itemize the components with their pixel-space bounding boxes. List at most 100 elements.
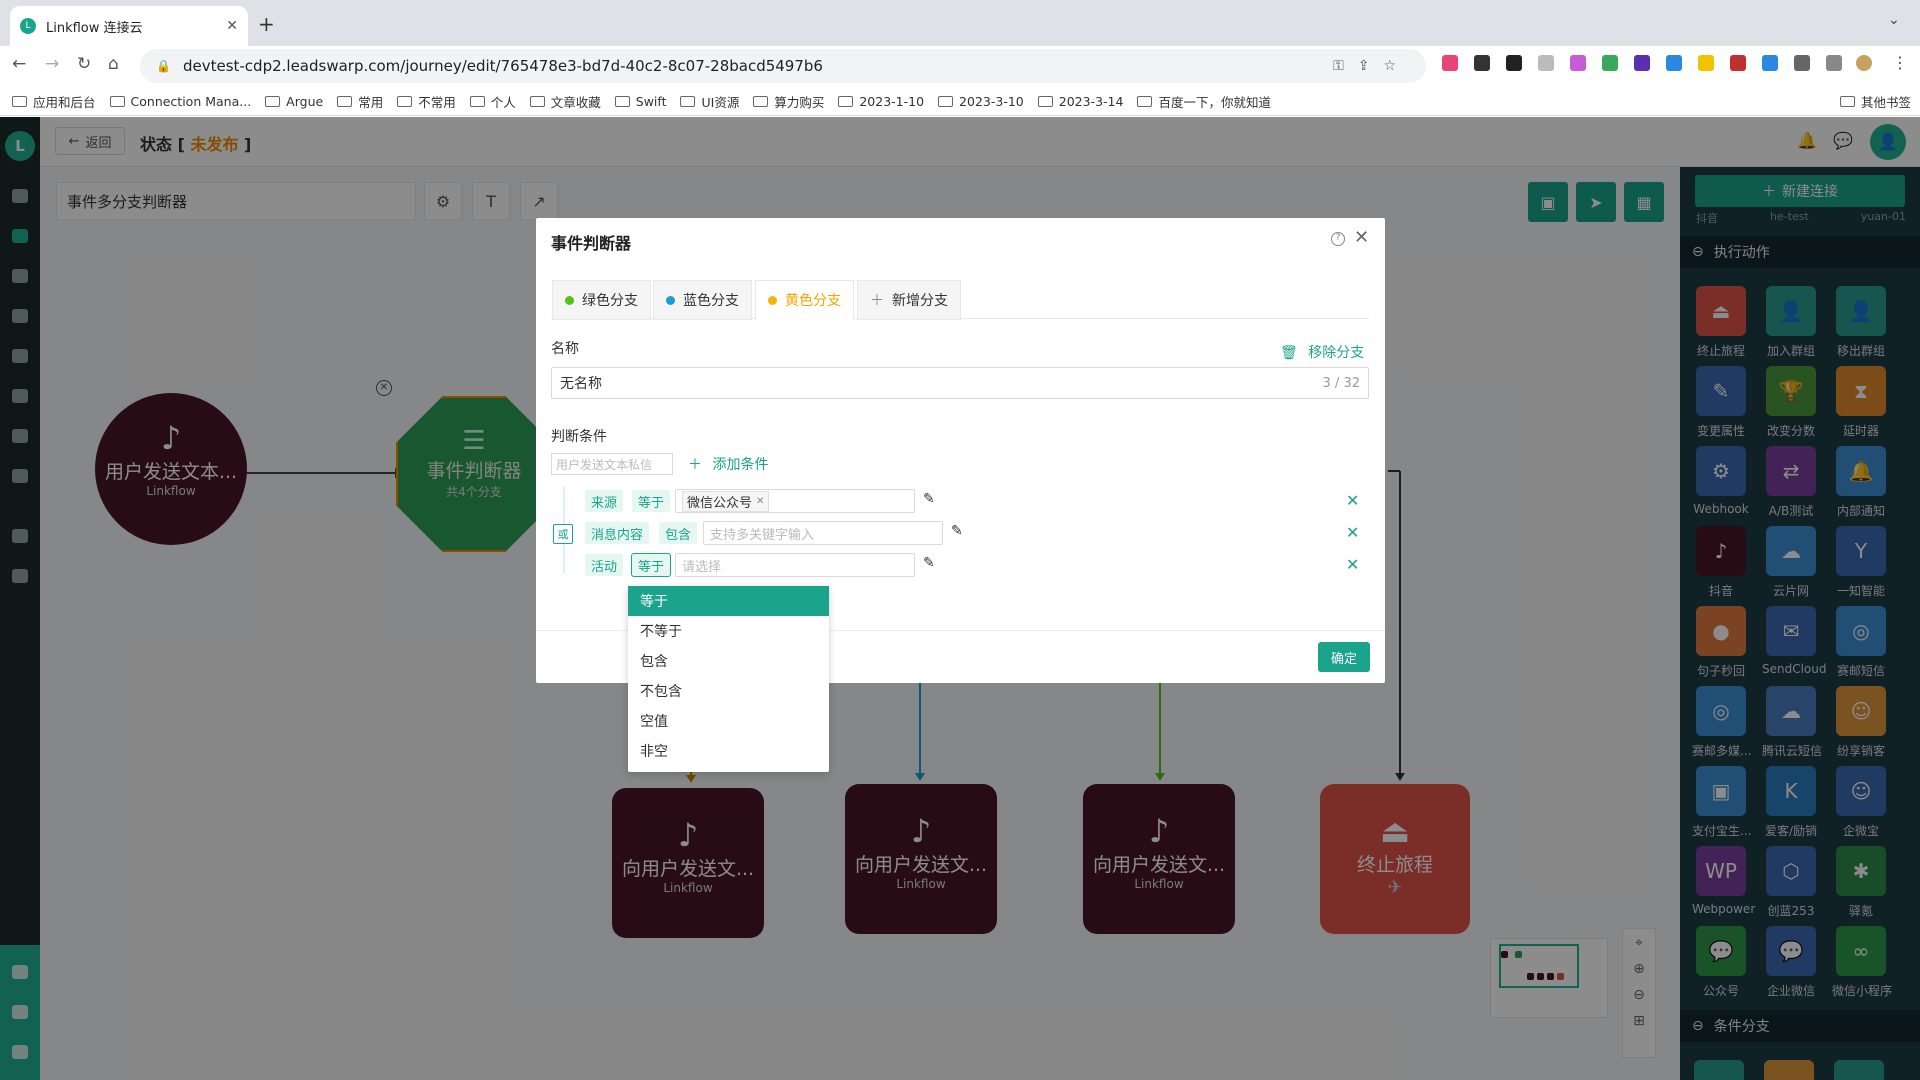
bookmark-label: 常用	[358, 95, 384, 110]
address-bar[interactable]: 🔒 devtest-cdp2.leadswarp.com/journey/edi…	[140, 49, 1426, 83]
bookmark-item[interactable]: 2023-1-10	[838, 92, 924, 111]
close-tab-icon[interactable]: ✕	[226, 18, 238, 34]
bookmark-item[interactable]: UI资源	[680, 92, 739, 111]
condition-value-input[interactable]: 微信公众号 ✕	[675, 489, 915, 513]
dropdown-option[interactable]: 不等于	[628, 616, 829, 646]
branch-name-input[interactable]: 无名称 3 / 32	[551, 367, 1369, 399]
delete-condition-icon[interactable]: ✕	[1346, 523, 1359, 542]
close-icon[interactable]: ✕	[1354, 227, 1369, 248]
dropdown-option[interactable]: 非空	[628, 736, 829, 766]
activity-select[interactable]: 请选择	[675, 553, 915, 577]
extension-icon[interactable]	[1602, 55, 1618, 71]
placeholder-text: 请选择	[682, 559, 722, 575]
bookmark-item[interactable]: Swift	[614, 92, 667, 111]
event-select[interactable]: 用户发送文本私信	[551, 453, 673, 475]
tab-search-chevron-icon[interactable]: ⌄	[1888, 12, 1900, 28]
bookmark-item[interactable]: 常用	[337, 92, 383, 111]
folder-icon	[12, 96, 27, 107]
name-label: 名称	[551, 341, 579, 357]
condition-field-tag[interactable]: 消息内容	[585, 522, 650, 544]
extension-icon[interactable]	[1698, 55, 1714, 71]
bookmark-item[interactable]: 2023-3-10	[938, 92, 1024, 111]
tab-label: 蓝色分支	[683, 293, 739, 309]
bookmark-item[interactable]: 不常用	[397, 92, 456, 111]
home-icon[interactable]: ⌂	[108, 54, 119, 74]
extension-icon[interactable]	[1762, 55, 1778, 71]
bookmark-label: 百度一下，你就知道	[1158, 95, 1271, 110]
folder-icon	[614, 96, 630, 107]
bookmark-list: 应用和后台 Connection Mana... Argue 常用 不常用 个人 文章收藏 S…	[12, 92, 1285, 111]
extension-icon[interactable]	[1570, 55, 1586, 71]
menu-dots-icon[interactable]: ⋮	[1892, 53, 1908, 72]
extension-icon[interactable]	[1538, 55, 1554, 71]
browser-tab[interactable]: L Linkflow 连接云 ✕	[10, 6, 248, 46]
extension-icon[interactable]	[1474, 55, 1490, 71]
confirm-label: 确定	[1330, 651, 1357, 667]
bookmark-item[interactable]: Argue	[265, 92, 323, 111]
help-icon[interactable]: ?	[1331, 232, 1345, 246]
forward-arrow-icon[interactable]: →	[45, 54, 59, 74]
bookmark-item[interactable]: 算力购买	[753, 92, 824, 111]
folder-icon	[529, 96, 545, 107]
condition-field-tag[interactable]: 来源	[585, 490, 624, 512]
new-tab-icon[interactable]: +	[258, 12, 275, 36]
bookmark-item[interactable]: 应用和后台	[12, 92, 96, 111]
profile-avatar-icon[interactable]	[1856, 55, 1872, 71]
condition-operator-tag[interactable]: 包含	[659, 522, 698, 544]
bookmark-item[interactable]: Connection Mana...	[109, 92, 251, 111]
keyword-input[interactable]: 支持多关键字输入	[703, 521, 943, 545]
tab-add-branch[interactable]: ＋ 新增分支	[857, 280, 961, 320]
condition-field-tag[interactable]: 活动	[585, 554, 624, 576]
blue-dot-icon	[666, 295, 675, 305]
edit-pencil-icon[interactable]: ✎	[923, 555, 935, 571]
puzzle-extensions-icon[interactable]	[1794, 55, 1810, 71]
bookmark-label: 2023-3-10	[959, 94, 1024, 109]
dropdown-option[interactable]: 包含	[628, 646, 829, 676]
extension-icon[interactable]	[1634, 55, 1650, 71]
add-condition-button[interactable]: ＋ 添加条件	[688, 454, 768, 474]
tab-blue-branch[interactable]: 蓝色分支	[653, 280, 752, 320]
or-toggle[interactable]: 或	[553, 524, 573, 544]
remove-branch-button[interactable]: 🗑 移除分支	[1280, 342, 1364, 362]
sidepanel-icon[interactable]	[1826, 55, 1842, 71]
extension-icon[interactable]	[1506, 55, 1522, 71]
extension-icon[interactable]	[1442, 55, 1458, 71]
bookmark-item[interactable]: 百度一下，你就知道	[1137, 92, 1271, 111]
delete-condition-icon[interactable]: ✕	[1346, 555, 1359, 574]
plus-icon: ＋	[688, 457, 702, 473]
edit-pencil-icon[interactable]: ✎	[923, 491, 935, 507]
field-label: 活动	[591, 559, 618, 575]
confirm-button[interactable]: 确定	[1318, 642, 1370, 672]
remove-tag-icon[interactable]: ✕	[756, 496, 764, 507]
bookmark-item[interactable]: 2023-3-14	[1037, 92, 1123, 111]
bookmark-label: 个人	[490, 95, 516, 110]
tab-yellow-branch[interactable]: 黄色分支	[755, 280, 854, 320]
other-bookmarks-label: 其他书签	[1861, 95, 1912, 110]
edit-pencil-icon[interactable]: ✎	[951, 523, 963, 539]
bookmark-label: UI资源	[701, 95, 740, 110]
bookmark-label: Swift	[635, 94, 667, 109]
value-tag: 微信公众号 ✕	[682, 490, 770, 512]
bookmark-item[interactable]: 文章收藏	[529, 92, 601, 111]
extension-icon[interactable]	[1730, 55, 1746, 71]
omnibox-actions-icon[interactable]: ⚿⇪☆	[1333, 58, 1410, 74]
dropdown-option[interactable]: 空值	[628, 706, 829, 736]
tab-green-branch[interactable]: 绿色分支	[552, 280, 651, 320]
back-arrow-icon[interactable]: ←	[12, 54, 26, 74]
folder-icon	[469, 96, 485, 107]
green-dot-icon	[565, 295, 574, 305]
bookmark-item[interactable]: 个人	[469, 92, 516, 111]
extension-icon[interactable]	[1666, 55, 1682, 71]
delete-condition-icon[interactable]: ✕	[1346, 491, 1359, 510]
branch-name-value: 无名称	[560, 376, 602, 392]
or-label: 或	[557, 528, 569, 541]
plus-icon: ＋	[870, 293, 884, 309]
browser-tab-bar	[0, 0, 1920, 46]
tab-label: 新增分支	[892, 293, 948, 309]
dropdown-option[interactable]: 不包含	[628, 676, 829, 706]
other-bookmarks[interactable]: 其他书签	[1840, 92, 1911, 111]
dropdown-option[interactable]: 等于	[628, 586, 829, 616]
reload-icon[interactable]: ↻	[77, 54, 91, 74]
condition-operator-tag[interactable]: 等于	[632, 490, 671, 512]
condition-operator-tag[interactable]: 等于	[630, 553, 672, 577]
